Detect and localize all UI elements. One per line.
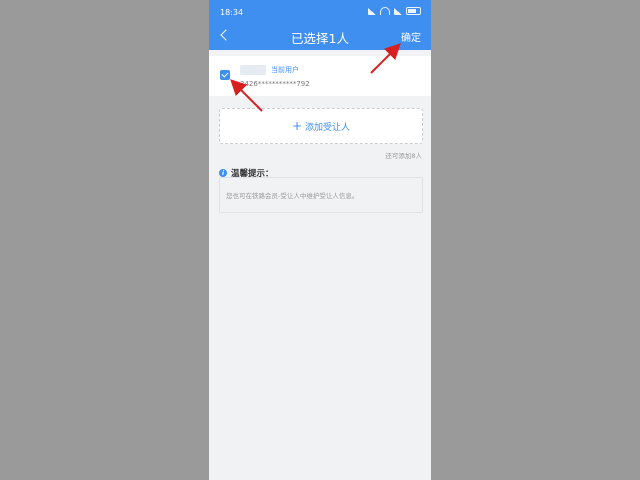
remaining-count: 还可添加8人 — [385, 152, 422, 160]
nav-bar: 已选择1人 确定 — [209, 22, 431, 50]
tip-text: 您也可在铁路会员-受让人中维护受让人信息。 — [226, 192, 359, 200]
signal-icon — [368, 7, 376, 15]
info-icon: i — [219, 169, 227, 177]
battery-icon — [406, 7, 421, 15]
confirm-button[interactable]: 确定 — [401, 29, 421, 44]
user-card[interactable]: 当前用户 3426***********792 — [209, 56, 431, 96]
wifi-icon — [380, 7, 390, 15]
add-transferee-label: 添加受让人 — [305, 122, 351, 133]
tip-box: 您也可在铁路会员-受让人中维护受让人信息。 — [219, 177, 423, 213]
signal-icon-2 — [394, 7, 402, 15]
add-transferee-button[interactable]: + 添加受让人 — [219, 108, 423, 144]
status-bar: 18:34 — [209, 0, 431, 22]
page-title: 已选择1人 — [291, 31, 349, 46]
status-icons — [368, 7, 421, 15]
user-id-number: 3426***********792 — [240, 80, 310, 88]
current-user-tag: 当前用户 — [271, 66, 299, 74]
user-name-blurred — [240, 65, 266, 75]
status-time: 18:34 — [220, 8, 244, 17]
user-checkbox[interactable] — [220, 70, 230, 80]
phone-screen: 18:34 已选择1人 确定 当前用户 3426***********792 +… — [209, 0, 431, 480]
plus-icon: + — [291, 119, 303, 133]
